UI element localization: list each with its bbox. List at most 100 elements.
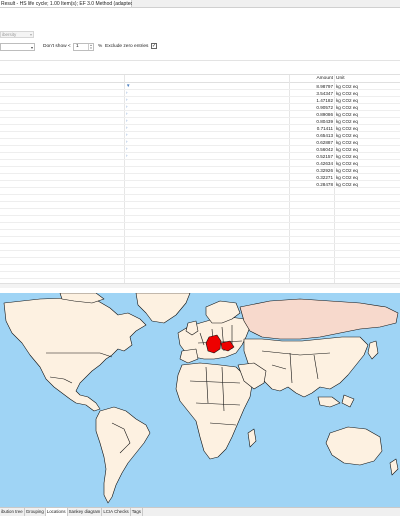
unit-cell: kg CO2 eq	[336, 154, 358, 159]
location-combo[interactable]: ▾	[0, 43, 35, 51]
amount-cell: 0.32926	[316, 168, 333, 173]
table-row[interactable]: › 0.62887 kg CO2 eq	[0, 139, 400, 146]
editor-title: Result - HS life cycle; 1.00 Item(s); EF…	[1, 0, 135, 7]
unit-cell: kg CO2 eq	[336, 147, 358, 152]
table-row[interactable]: › 0.52157 kg CO2 eq	[0, 153, 400, 160]
table-row-empty	[0, 272, 400, 279]
table-row[interactable]: › 0.71411 kg CO2 eq	[0, 125, 400, 132]
table-row[interactable]: ▼ 8.98797 kg CO2 eq	[0, 83, 400, 90]
amount-cell: 0.80439	[316, 119, 333, 124]
collapse-arrow-icon[interactable]: ›	[126, 111, 128, 116]
unit-cell: kg CO2 eq	[336, 98, 358, 103]
collapse-arrow-icon[interactable]: ›	[126, 139, 128, 144]
dont-show-label: Don't show <	[43, 44, 71, 49]
amount-cell: 1.47182	[316, 98, 333, 103]
exclude-zero-checkbox[interactable]: ✓	[151, 43, 157, 49]
locations-map[interactable]	[0, 293, 400, 507]
table-header: Amount Unit	[0, 75, 400, 83]
amount-cell: 0.90572	[316, 105, 333, 110]
unit-cell: kg CO2 eq	[336, 140, 358, 145]
tab-tags[interactable]: Tags	[131, 508, 143, 516]
unit-cell: kg CO2 eq	[336, 133, 358, 138]
tab-ibution-tree[interactable]: ibution tree	[0, 508, 25, 516]
table-row[interactable]: › 0.80439 kg CO2 eq	[0, 118, 400, 125]
amount-cell: 3.54347	[316, 91, 333, 96]
collapse-arrow-icon[interactable]: ›	[126, 118, 128, 123]
editor-tab[interactable]: Result - HS life cycle; 1.00 Item(s); EF…	[0, 0, 141, 8]
table-row[interactable]: 0.42634 kg CO2 eq	[0, 160, 400, 167]
unit-cell: kg CO2 eq	[336, 168, 358, 173]
amount-cell: 8.98797	[316, 84, 333, 89]
table-row[interactable]: › 0.65413 kg CO2 eq	[0, 132, 400, 139]
table-row-empty	[0, 244, 400, 251]
tab-sankey-diagram[interactable]: Sankey diagram	[68, 508, 103, 516]
table-row-empty	[0, 230, 400, 237]
collapse-arrow-icon[interactable]: ›	[126, 153, 128, 158]
table-row[interactable]: 0.28478 kg CO2 eq	[0, 181, 400, 188]
threshold-value[interactable]: 1	[76, 44, 79, 49]
collapse-arrow-icon[interactable]: ›	[126, 132, 128, 137]
unit-cell: kg CO2 eq	[336, 119, 358, 124]
table-row[interactable]: 0.32926 kg CO2 eq	[0, 167, 400, 174]
checkmark-icon: ✓	[152, 43, 157, 49]
chevron-down-icon[interactable]: ▾	[31, 45, 33, 50]
spinner-down-icon[interactable]: ▾	[88, 46, 93, 50]
editor-page-tabs: ibution tree Grouping Locations Sankey diag…	[0, 507, 400, 516]
table-row[interactable]: 0.32271 kg CO2 eq	[0, 174, 400, 181]
unit-cell: kg CO2 eq	[336, 112, 358, 117]
amount-cell: 0.65413	[316, 133, 333, 138]
table-row[interactable]: › 0.90572 kg CO2 eq	[0, 104, 400, 111]
tab-bar-background	[132, 0, 400, 8]
table-row-empty	[0, 202, 400, 209]
exclude-zero-label: Exclude zero entries	[105, 44, 149, 49]
threshold-spinner[interactable]: 1 ▴ ▾	[73, 42, 94, 51]
unit-cell: kg CO2 eq	[336, 161, 358, 166]
amount-cell: 0.71411	[316, 126, 333, 131]
world-map-svg	[0, 293, 400, 507]
table-row-empty	[0, 223, 400, 230]
amount-cell: 0.89086	[316, 112, 333, 117]
collapse-arrow-icon[interactable]: ›	[126, 97, 128, 102]
horizontal-scrollbar[interactable]	[0, 283, 400, 288]
table-row-empty	[0, 265, 400, 272]
column-header-unit[interactable]: Unit	[336, 76, 345, 81]
percent-label: %	[98, 44, 103, 49]
column-header-amount[interactable]: Amount	[290, 76, 333, 81]
table-row-empty	[0, 237, 400, 244]
unit-cell: kg CO2 eq	[336, 105, 358, 110]
table-row-empty	[0, 251, 400, 258]
collapse-arrow-icon[interactable]: ›	[126, 90, 128, 95]
amount-cell: 0.52157	[316, 154, 333, 159]
table-row[interactable]: › 0.89086 kg CO2 eq	[0, 111, 400, 118]
table-row-empty	[0, 258, 400, 265]
unit-cell: kg CO2 eq	[336, 126, 358, 131]
chevron-down-icon: ▾	[29, 32, 32, 37]
table-row-empty	[0, 188, 400, 195]
table-row[interactable]: › 1.47182 kg CO2 eq	[0, 97, 400, 104]
amount-cell: 0.56042	[316, 147, 333, 152]
amount-cell: 0.62887	[316, 140, 333, 145]
tab-locations[interactable]: Locations	[45, 508, 68, 516]
unit-cell: kg CO2 eq	[336, 182, 358, 187]
impact-category-combo: ibersity ▾	[0, 31, 34, 38]
collapse-arrow-icon[interactable]: ›	[126, 104, 128, 109]
unit-cell: kg CO2 eq	[336, 91, 358, 96]
table-row-empty	[0, 195, 400, 202]
tab-grouping[interactable]: Grouping	[25, 508, 46, 516]
impact-category-value: ibersity	[2, 32, 17, 37]
table-row-empty	[0, 209, 400, 216]
divider	[0, 60, 400, 61]
unit-cell: kg CO2 eq	[336, 84, 358, 89]
collapse-arrow-icon[interactable]: ›	[126, 125, 128, 130]
results-table[interactable]: Amount Unit ▼ 8.98797 kg CO2 eq › 3.54347 kg …	[0, 74, 400, 288]
table-body: ▼ 8.98797 kg CO2 eq › 3.54347 kg CO2 eq › 1.471…	[0, 83, 400, 279]
tab-lcia-checks[interactable]: LCIA Checks	[102, 508, 131, 516]
expand-arrow-icon[interactable]: ▼	[126, 83, 130, 88]
table-row[interactable]: › 0.56042 kg CO2 eq	[0, 146, 400, 153]
unit-cell: kg CO2 eq	[336, 175, 358, 180]
amount-cell: 0.28478	[316, 182, 333, 187]
amount-cell: 0.42634	[316, 161, 333, 166]
table-row[interactable]: › 3.54347 kg CO2 eq	[0, 90, 400, 97]
table-row-empty	[0, 216, 400, 223]
collapse-arrow-icon[interactable]: ›	[126, 146, 128, 151]
